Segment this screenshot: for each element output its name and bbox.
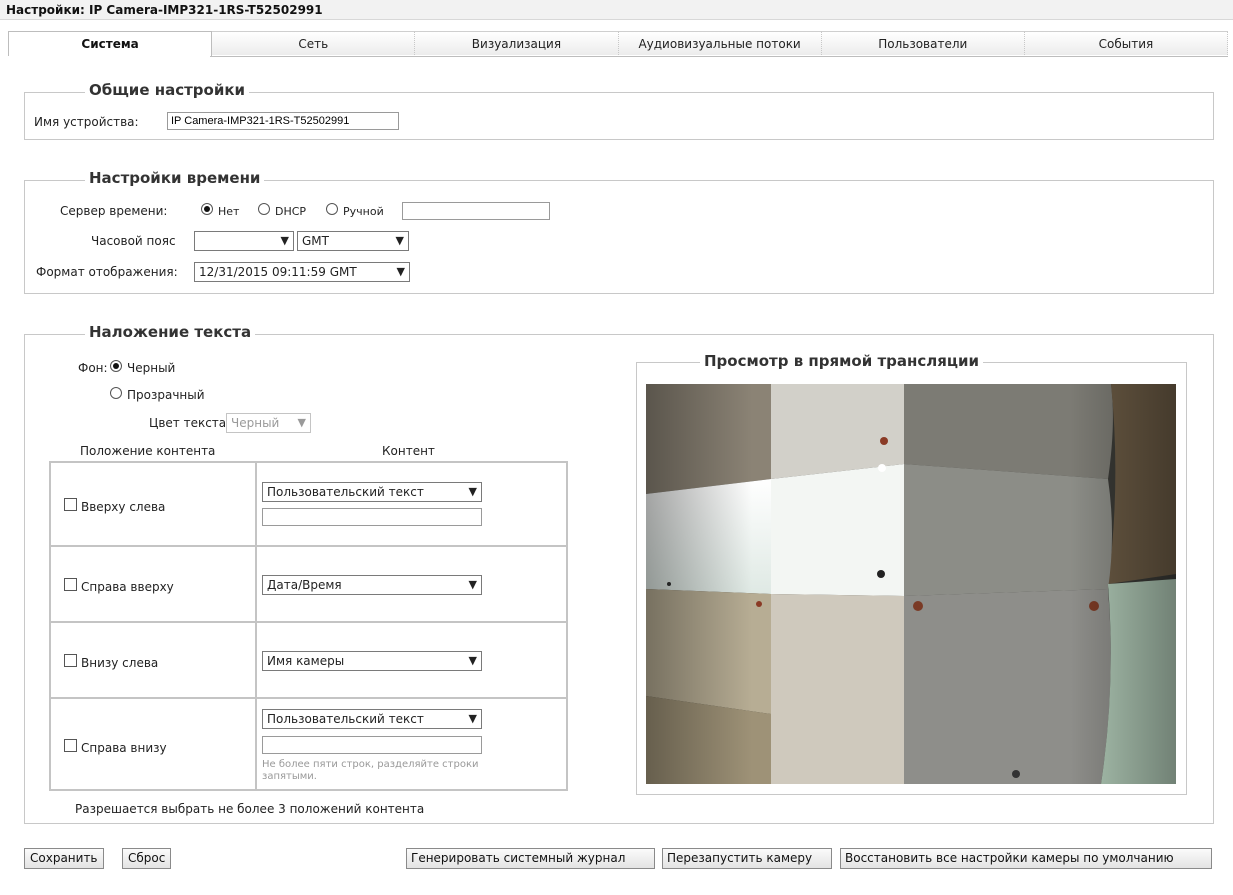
content-cell: Дата/Время ▼: [255, 545, 568, 623]
time-settings-legend: Настройки времени: [85, 169, 265, 187]
bottom-right-text-input[interactable]: [262, 736, 482, 754]
tab-events[interactable]: События: [1024, 31, 1229, 55]
generate-log-button[interactable]: Генерировать системный журнал: [406, 848, 655, 869]
background-black-label: Черный: [127, 361, 176, 375]
tab-bar: Система Сеть Визуализация Аудиовизуальны…: [8, 31, 1229, 57]
bottom-right-label: Справа внизу: [81, 741, 167, 755]
time-server-dhcp-radio[interactable]: [258, 203, 270, 215]
chevron-down-icon: ▼: [395, 234, 404, 247]
top-left-content-select[interactable]: Пользовательский текст ▼: [262, 482, 482, 502]
position-cell: Внизу слева: [49, 621, 257, 699]
display-format-select[interactable]: 12/31/2015 09:11:59 GMT ▼: [194, 262, 410, 282]
text-color-select[interactable]: Черный ▼: [226, 413, 311, 433]
position-cell: Справа вверху: [49, 545, 257, 623]
top-right-checkbox[interactable]: [64, 578, 77, 591]
background-black-radio[interactable]: [110, 360, 122, 372]
chevron-down-icon: ▼: [468, 578, 477, 591]
column-header-content: Контент: [382, 444, 435, 458]
position-cell: Вверху слева: [49, 461, 257, 547]
top-right-content-value: Дата/Время: [267, 578, 342, 592]
bottom-right-content-select[interactable]: Пользовательский текст ▼: [262, 709, 482, 729]
top-left-label: Вверху слева: [81, 500, 166, 514]
text-overlay-legend: Наложение текста: [85, 323, 256, 341]
time-server-dhcp-label: DHCP: [275, 205, 307, 218]
bottom-left-content-select[interactable]: Имя камеры ▼: [262, 651, 482, 671]
device-name-label: Имя устройства:: [34, 115, 139, 129]
top-left-content-value: Пользовательский текст: [267, 485, 424, 499]
content-limit-note: Разрешается выбрать не более 3 положений…: [75, 802, 425, 816]
bottom-right-checkbox[interactable]: [64, 739, 77, 752]
camera-frame-image: [646, 384, 1176, 784]
timezone-select[interactable]: ▼: [194, 231, 294, 251]
top-left-checkbox[interactable]: [64, 498, 77, 511]
time-server-manual-radio[interactable]: [326, 203, 338, 215]
top-right-label: Справа вверху: [81, 580, 174, 594]
time-server-none-radio[interactable]: [201, 203, 213, 215]
gmt-select[interactable]: GMT ▼: [297, 231, 409, 251]
background-label: Фон:: [78, 361, 108, 375]
general-settings-legend: Общие настройки: [85, 81, 250, 99]
chevron-down-icon: ▼: [468, 712, 477, 725]
background-transparent-radio[interactable]: [110, 387, 122, 399]
time-server-manual-label: Ручной: [343, 205, 384, 218]
text-color-value: Черный: [231, 416, 280, 430]
bottom-left-checkbox[interactable]: [64, 654, 77, 667]
chevron-down-icon: ▼: [297, 416, 306, 429]
reset-button[interactable]: Сброс: [122, 848, 172, 869]
device-name-input[interactable]: [167, 112, 399, 130]
restore-defaults-button[interactable]: Восстановить все настройки камеры по умо…: [840, 848, 1212, 869]
bottom-right-content-value: Пользовательский текст: [267, 712, 424, 726]
tab-system[interactable]: Система: [8, 31, 213, 57]
table-row: Вверху слева Пользовательский текст ▼: [49, 461, 568, 547]
manual-time-input[interactable]: [402, 202, 550, 220]
display-format-value: 12/31/2015 09:11:59 GMT: [199, 265, 357, 279]
tab-av-streams[interactable]: Аудиовизуальные потоки: [618, 31, 822, 55]
tab-network[interactable]: Сеть: [212, 31, 416, 55]
column-header-position: Положение контента: [80, 444, 216, 458]
content-cell: Имя камеры ▼: [255, 621, 568, 699]
timezone-label: Часовой пояс: [91, 234, 176, 248]
content-position-table: Вверху слева Пользовательский текст ▼ Сп…: [49, 461, 568, 791]
live-preview-video: [646, 384, 1176, 784]
chevron-down-icon: ▼: [468, 654, 477, 667]
gmt-value: GMT: [302, 234, 329, 248]
tab-underline: [8, 56, 1228, 58]
bottom-left-content-value: Имя камеры: [267, 654, 345, 668]
chevron-down-icon: ▼: [396, 265, 405, 278]
top-left-text-input[interactable]: [262, 508, 482, 526]
save-button[interactable]: Сохранить: [24, 848, 104, 869]
table-row: Справа вверху Дата/Время ▼: [49, 545, 568, 623]
position-cell: Справа внизу: [49, 697, 257, 791]
text-color-label: Цвет текста: [149, 416, 227, 430]
tab-visualization[interactable]: Визуализация: [415, 31, 619, 55]
table-row: Справа внизу Пользовательский текст ▼ Не…: [49, 697, 568, 791]
display-format-label: Формат отображения:: [36, 265, 178, 279]
time-server-none-label: Нет: [218, 205, 240, 218]
chevron-down-icon: ▼: [280, 234, 289, 247]
content-cell: Пользовательский текст ▼: [255, 461, 568, 547]
background-transparent-label: Прозрачный: [127, 388, 205, 402]
chevron-down-icon: ▼: [468, 485, 477, 498]
top-right-content-select[interactable]: Дата/Время ▼: [262, 575, 482, 595]
time-server-label: Сервер времени:: [60, 204, 168, 218]
bottom-left-label: Внизу слева: [81, 656, 159, 670]
window-title: Настройки: IP Camera-IMP321-1RS-T5250299…: [0, 0, 1233, 20]
restart-camera-button[interactable]: Перезапустить камеру: [662, 848, 832, 869]
live-preview-legend: Просмотр в прямой трансляции: [700, 352, 984, 370]
tab-users[interactable]: Пользователи: [821, 31, 1025, 55]
content-cell: Пользовательский текст ▼ Не более пяти с…: [255, 697, 568, 791]
table-row: Внизу слева Имя камеры ▼: [49, 621, 568, 699]
bottom-right-hint: Не более пяти строк, разделяйте строки з…: [262, 759, 479, 782]
